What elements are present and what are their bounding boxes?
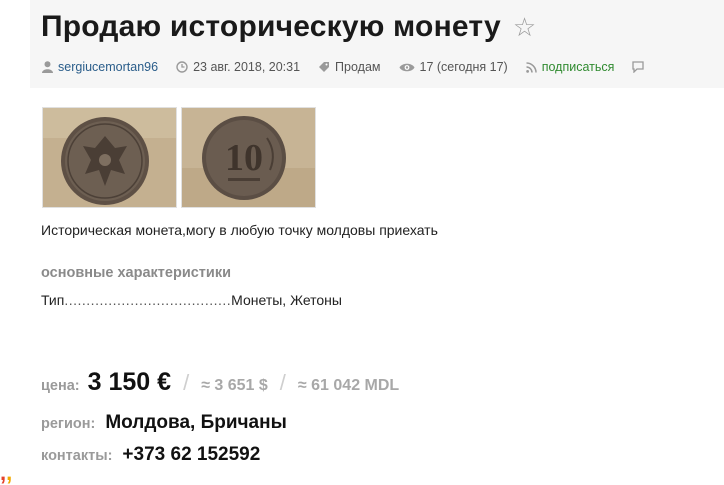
price-mdl: ≈ 61 042 MDL: [297, 377, 400, 394]
price-row: цена: 3 150 € / ≈ 3 651 $ / ≈ 61 042 MDL: [41, 368, 399, 397]
date-text: 23 авг. 2018, 20:31: [193, 60, 301, 74]
contacts-label: контакты:: [41, 448, 113, 464]
contacts-row: контакты: +373 62 152592: [41, 444, 260, 466]
tag-icon: [319, 62, 330, 72]
meta-subscribe[interactable]: подписаться: [525, 60, 615, 74]
photo-gallery: 10: [42, 107, 320, 208]
region-row: регион: Молдова, Бричаны: [41, 412, 287, 434]
specs-section-title: основные характеристики: [41, 265, 231, 281]
price-separator: /: [183, 370, 190, 395]
user-icon: [42, 61, 53, 73]
svg-text:10: 10: [225, 137, 263, 179]
region-value: Молдова, Бричаны: [105, 412, 287, 433]
eye-icon: [399, 63, 414, 71]
meta-author[interactable]: sergiucemortan96: [42, 60, 158, 74]
photo-thumbnail-reverse[interactable]: 10: [181, 107, 316, 208]
site-logo-icon: ,,: [0, 460, 13, 485]
spec-row-type: Тип ....................................…: [41, 292, 342, 308]
price-label: цена:: [41, 378, 80, 394]
title-row: Продаю историческую монету ☆: [41, 10, 536, 44]
contact-phone[interactable]: +373 62 152592: [122, 444, 260, 466]
page-title: Продаю историческую монету: [41, 10, 501, 43]
subscribe-link[interactable]: подписаться: [542, 60, 615, 74]
photo-thumbnail-obverse[interactable]: [42, 107, 177, 208]
meta-extra[interactable]: [632, 61, 649, 73]
star-outline-icon[interactable]: ☆: [513, 14, 536, 40]
region-label: регион:: [41, 416, 96, 432]
author-link[interactable]: sergiucemortan96: [58, 60, 158, 74]
meta-category[interactable]: Продам: [318, 60, 381, 74]
price-usd: ≈ 3 651 $: [201, 377, 268, 394]
rss-icon: [525, 61, 537, 73]
meta-date: 23 авг. 2018, 20:31: [176, 60, 300, 74]
clock-icon: [176, 61, 188, 73]
spec-label: Тип: [41, 292, 65, 308]
category-text[interactable]: Продам: [335, 60, 380, 74]
views-text: 17 (сегодня 17): [419, 60, 508, 74]
comment-icon[interactable]: [632, 61, 645, 73]
coin-reverse-image: 10: [182, 108, 315, 207]
price-main: 3 150 €: [87, 368, 172, 396]
meta-views: 17 (сегодня 17): [399, 60, 508, 74]
spec-value: Монеты, Жетоны: [231, 292, 342, 308]
listing-description: Историческая монета,могу в любую точку м…: [41, 222, 438, 238]
price-separator: /: [279, 370, 286, 395]
coin-obverse-image: [43, 108, 176, 207]
spec-dots: ......................................: [64, 292, 232, 308]
meta-bar: sergiucemortan96 23 авг. 2018, 20:31 Про…: [42, 60, 667, 74]
